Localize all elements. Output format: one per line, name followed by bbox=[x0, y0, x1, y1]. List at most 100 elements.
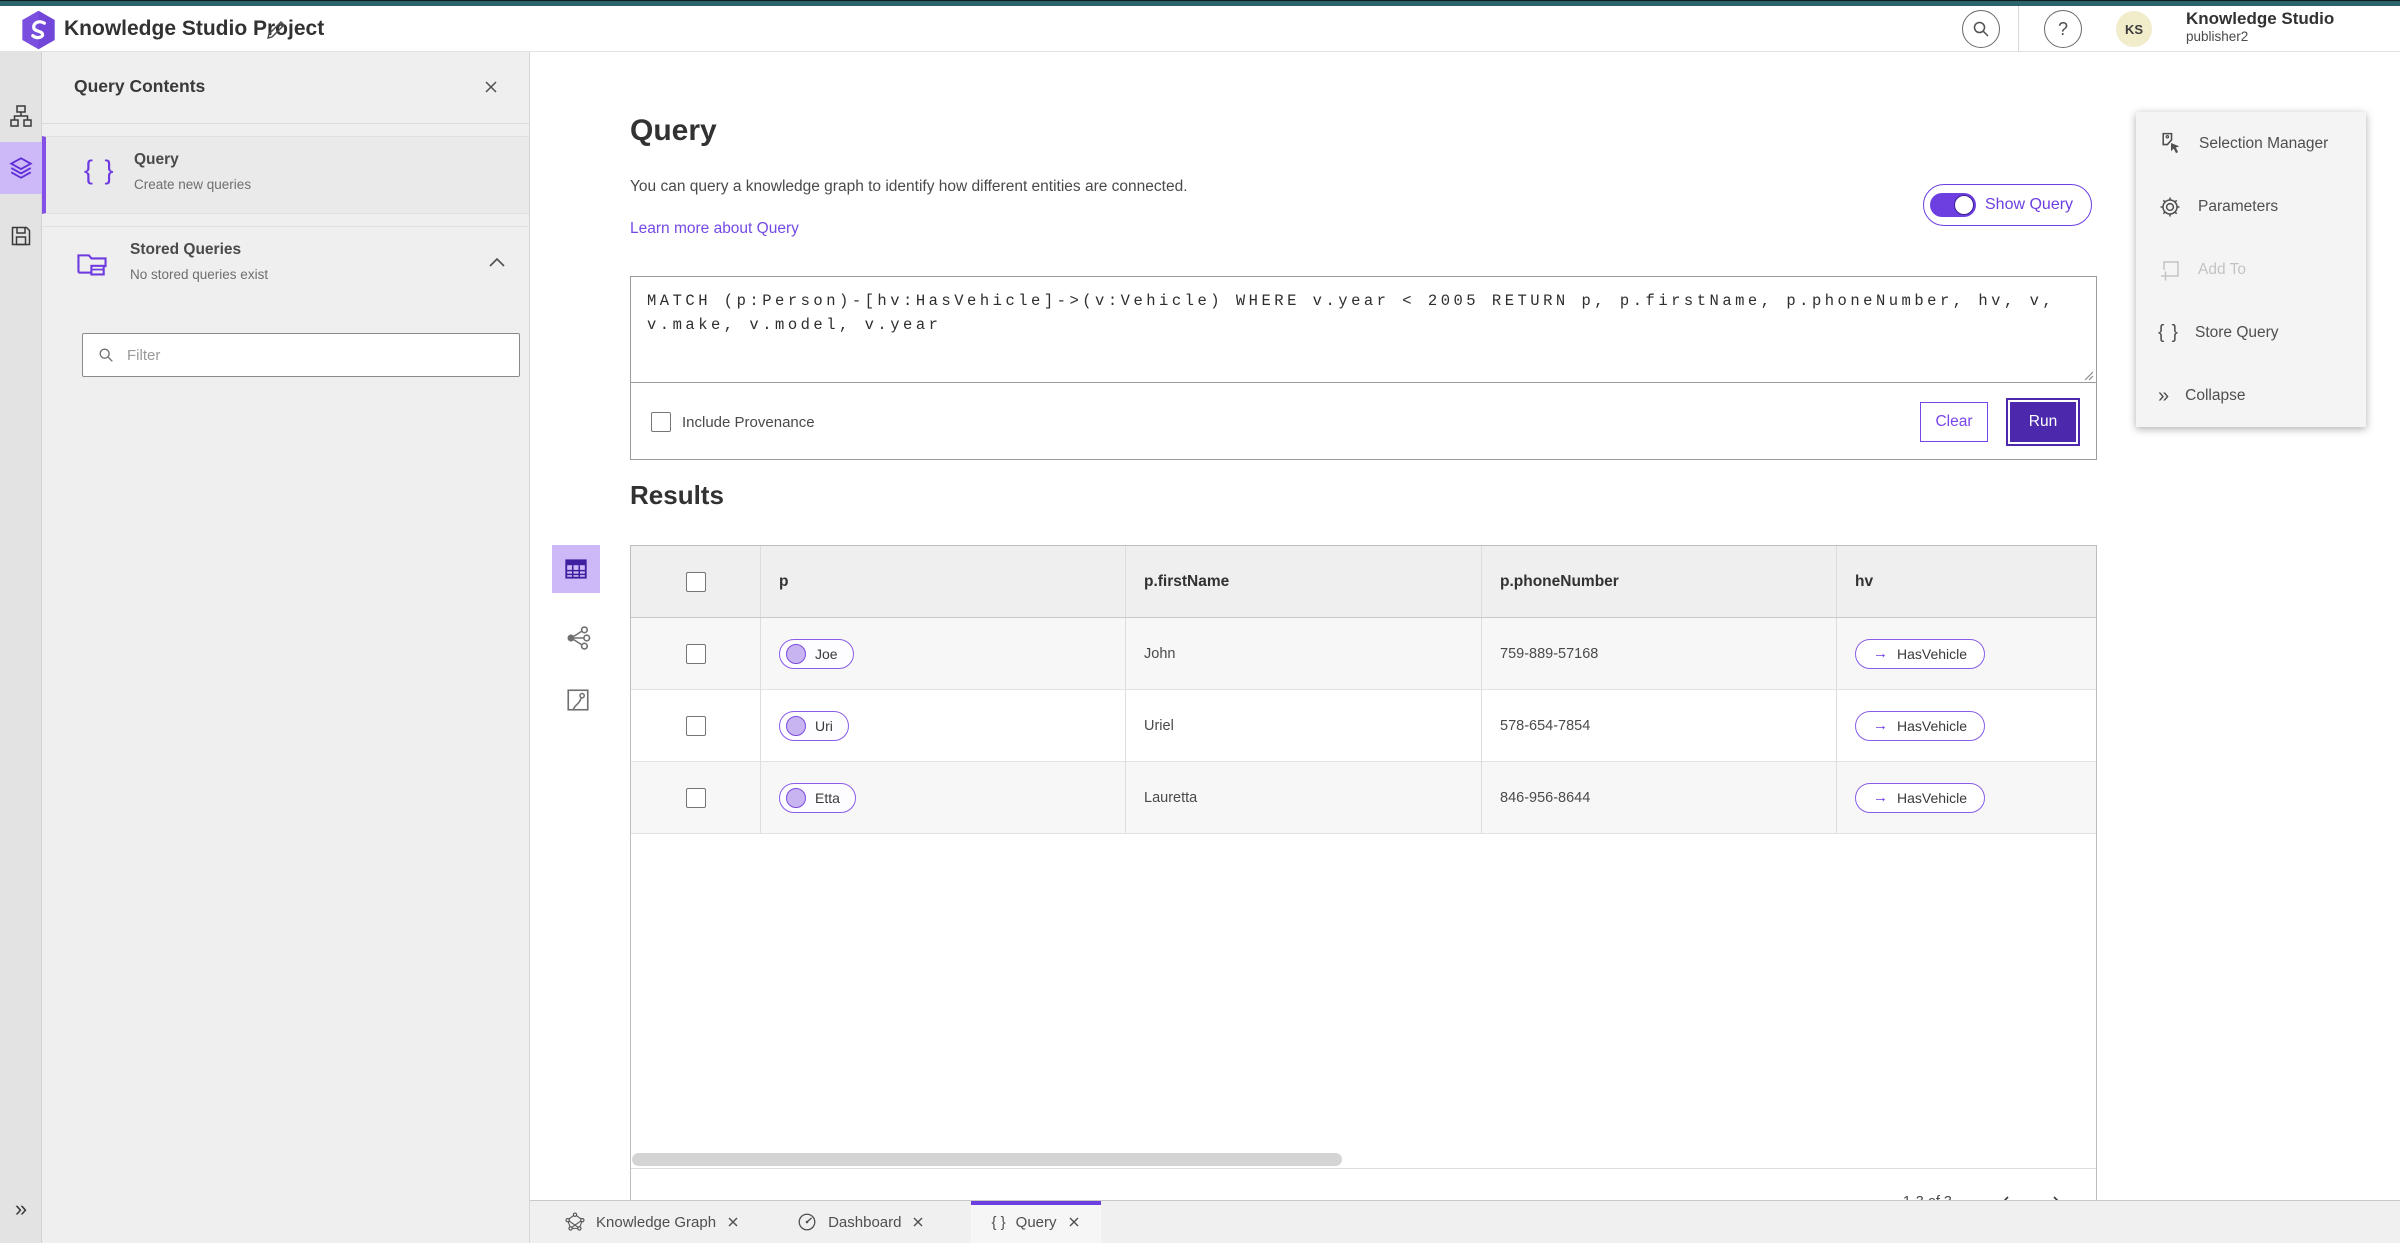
entity-label: Uri bbox=[815, 717, 833, 734]
table-row: Uri Uriel 578-654-7854 → HasVehicle bbox=[631, 690, 2096, 762]
panel-title: Query Contents bbox=[74, 76, 206, 96]
edit-title-icon[interactable] bbox=[264, 16, 292, 44]
tab-dashboard[interactable]: Dashboard bbox=[776, 1201, 945, 1243]
tab-label: Knowledge Graph bbox=[596, 1213, 717, 1231]
selection-manager-button[interactable]: Selection Manager bbox=[2136, 112, 2366, 175]
query-text-input[interactable]: MATCH (p:Person)-[hv:HasVehicle]->(v:Veh… bbox=[631, 277, 2096, 383]
relation-arrow-icon: → bbox=[1873, 645, 1888, 662]
column-header-hv[interactable]: hv bbox=[1837, 546, 2096, 617]
sidebar-item-query[interactable]: { } Query Create new queries bbox=[42, 136, 529, 214]
entity-label: Joe bbox=[815, 645, 838, 662]
app-header: Knowledge Studio Project ? KS Knowledge … bbox=[0, 6, 2400, 52]
row-checkbox[interactable] bbox=[685, 715, 706, 736]
tool-label: Store Query bbox=[2194, 323, 2279, 341]
relation-arrow-icon: → bbox=[1873, 717, 1888, 734]
rail-layers-button[interactable] bbox=[0, 142, 42, 194]
add-to-icon bbox=[2161, 260, 2179, 280]
tab-label: Query bbox=[1015, 1213, 1057, 1231]
rail-link-chart-button[interactable] bbox=[0, 90, 42, 142]
tab-label: Dashboard bbox=[828, 1213, 902, 1231]
map-view-button[interactable] bbox=[560, 682, 596, 718]
toggle-knob bbox=[1954, 195, 1974, 215]
expand-rail-button[interactable]: » bbox=[0, 1193, 42, 1225]
tool-label: Parameters bbox=[2198, 197, 2279, 215]
relationship-chip[interactable]: → HasVehicle bbox=[1855, 710, 1986, 741]
tool-label: Collapse bbox=[2185, 386, 2246, 404]
search-icon bbox=[1973, 21, 1989, 37]
help-button[interactable]: ? bbox=[2044, 10, 2082, 48]
stored-queries-sublabel: No stored queries exist bbox=[130, 267, 269, 282]
store-query-button[interactable]: { } Store Query bbox=[2136, 301, 2366, 364]
page-description: You can query a knowledge graph to ident… bbox=[630, 178, 1188, 195]
account-menu[interactable]: Knowledge Studio publisher2 bbox=[2186, 9, 2334, 46]
search-button[interactable] bbox=[1962, 10, 2000, 48]
toggle-switch[interactable] bbox=[1930, 193, 1976, 217]
tool-label: Selection Manager bbox=[2199, 134, 2329, 152]
panel-close-icon[interactable] bbox=[481, 74, 507, 100]
tab-query[interactable]: { } Query bbox=[971, 1201, 1101, 1243]
panel-header: Query Contents bbox=[42, 52, 529, 124]
parameters-button[interactable]: Parameters bbox=[2136, 175, 2366, 238]
show-query-toggle[interactable]: Show Query bbox=[1923, 184, 2093, 226]
account-name: Knowledge Studio bbox=[2186, 9, 2335, 28]
table-empty-area bbox=[631, 834, 2096, 1152]
left-icon-rail: » bbox=[0, 52, 42, 1243]
scrollbar-thumb[interactable] bbox=[632, 1153, 1342, 1166]
document-tab-bar: Knowledge Graph Dashboard { } Query bbox=[530, 1200, 2400, 1243]
collapse-button[interactable]: » Collapse bbox=[2136, 364, 2366, 427]
column-header-phonenumber[interactable]: p.phoneNumber bbox=[1482, 546, 1837, 617]
tab-close-icon[interactable] bbox=[1067, 1215, 1081, 1229]
map-icon bbox=[567, 689, 589, 711]
filter-field bbox=[82, 333, 520, 377]
tab-close-icon[interactable] bbox=[726, 1215, 740, 1229]
entity-chip[interactable]: Etta bbox=[779, 782, 856, 813]
link-chart-icon bbox=[10, 105, 32, 127]
query-tools-panel: Selection Manager Parameters Add To { } … bbox=[2136, 112, 2366, 427]
braces-icon: { } bbox=[84, 155, 116, 185]
resize-handle[interactable] bbox=[2082, 369, 2094, 381]
run-button[interactable]: Run bbox=[2008, 400, 2078, 444]
include-provenance-checkbox[interactable] bbox=[651, 412, 671, 432]
cell-firstname: Uriel bbox=[1126, 690, 1482, 761]
horizontal-scrollbar[interactable] bbox=[631, 1152, 2096, 1168]
table-view-button[interactable] bbox=[552, 545, 600, 593]
entity-dot-icon bbox=[786, 643, 806, 664]
sidebar-item-stored-queries[interactable]: Stored Queries No stored queries exist bbox=[42, 226, 529, 308]
query-editor: MATCH (p:Person)-[hv:HasVehicle]->(v:Veh… bbox=[630, 276, 2097, 460]
account-role: publisher2 bbox=[2186, 29, 2249, 45]
learn-more-link[interactable]: Learn more about Query bbox=[630, 220, 799, 238]
relationship-chip[interactable]: → HasVehicle bbox=[1855, 782, 1986, 813]
entity-chip[interactable]: Uri bbox=[779, 710, 849, 741]
app-logo-icon[interactable] bbox=[20, 10, 57, 50]
save-icon bbox=[11, 226, 31, 246]
app-window: Knowledge Studio Project ? KS Knowledge … bbox=[0, 0, 2400, 1243]
results-table: p p.firstName p.phoneNumber hv Joe John … bbox=[630, 545, 2097, 1220]
dashboard-gauge-icon bbox=[798, 1213, 816, 1231]
table-row: Joe John 759-889-57168 → HasVehicle bbox=[631, 618, 2096, 690]
column-header-p[interactable]: p bbox=[761, 546, 1126, 617]
graph-view-button[interactable] bbox=[560, 620, 596, 656]
tab-knowledge-graph[interactable]: Knowledge Graph bbox=[544, 1201, 760, 1243]
column-header-firstname[interactable]: p.firstName bbox=[1126, 546, 1482, 617]
relationship-chip[interactable]: → HasVehicle bbox=[1855, 638, 1986, 669]
cell-phonenumber: 846-956-8644 bbox=[1482, 762, 1837, 833]
tab-close-icon[interactable] bbox=[911, 1215, 925, 1229]
entity-chip[interactable]: Joe bbox=[779, 638, 854, 669]
select-all-checkbox[interactable] bbox=[685, 571, 706, 592]
gear-icon bbox=[2160, 197, 2180, 216]
filter-input[interactable] bbox=[125, 345, 519, 365]
braces-icon: { } bbox=[2158, 321, 2179, 343]
table-icon bbox=[565, 559, 587, 579]
rail-save-button[interactable] bbox=[0, 210, 42, 262]
row-checkbox[interactable] bbox=[685, 787, 706, 808]
add-to-button: Add To bbox=[2136, 238, 2366, 301]
stored-queries-folder-icon bbox=[76, 249, 108, 279]
header-divider bbox=[2018, 6, 2019, 52]
avatar[interactable]: KS bbox=[2116, 11, 2152, 47]
row-checkbox[interactable] bbox=[685, 643, 706, 664]
show-query-label: Show Query bbox=[1985, 196, 2074, 213]
stored-queries-label: Stored Queries bbox=[130, 241, 242, 258]
chevron-up-icon[interactable] bbox=[487, 255, 507, 269]
clear-button[interactable]: Clear bbox=[1920, 402, 1988, 442]
query-item-sublabel: Create new queries bbox=[134, 177, 252, 192]
